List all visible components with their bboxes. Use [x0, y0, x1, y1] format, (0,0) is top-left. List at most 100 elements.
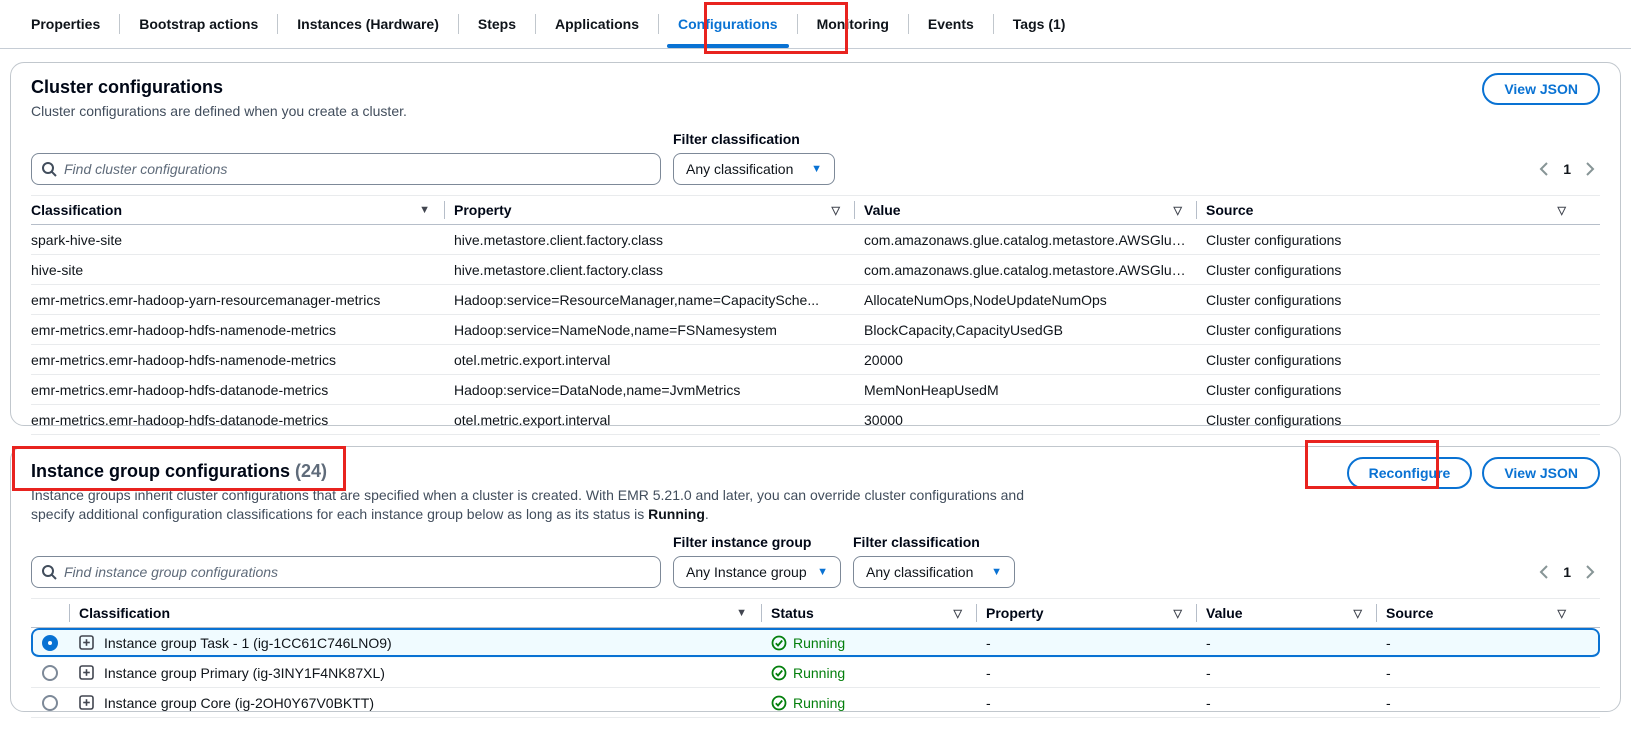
expand-row-icon[interactable]	[79, 695, 94, 710]
radio-unselected[interactable]	[42, 665, 58, 681]
cell-value: AllocateNumOps,NodeUpdateNumOps	[854, 292, 1196, 308]
column-header-source[interactable]: Source ▽	[1376, 599, 1600, 627]
sort-descending-icon[interactable]: ▼	[419, 204, 430, 216]
next-page-icon[interactable]	[1585, 161, 1596, 177]
instance-group-row[interactable]: Instance group Core (ig-2OH0Y67V0BKTT)Ru…	[31, 688, 1600, 718]
tab-instances-hardware[interactable]: Instances (Hardware)	[278, 0, 458, 48]
title-text: Instance group configurations	[31, 461, 290, 481]
instance-group-configurations-title: Instance group configurations (24)	[31, 457, 1024, 482]
tab-events[interactable]: Events	[909, 0, 993, 48]
sort-icon[interactable]: ▽	[954, 607, 962, 620]
column-header-value[interactable]: Value ▽	[854, 196, 1196, 224]
instance-group-filter-value: Any Instance group	[686, 564, 807, 580]
sort-icon[interactable]: ▽	[832, 204, 840, 217]
column-header-source[interactable]: Source ▽	[1196, 196, 1600, 224]
column-label: Source	[1206, 202, 1253, 218]
tab-configurations[interactable]: Configurations	[659, 0, 797, 48]
radio-selected[interactable]	[42, 635, 58, 651]
cell-property: hive.metastore.client.factory.class	[444, 232, 854, 248]
cluster-config-search-input[interactable]	[31, 153, 661, 185]
status-running-icon	[771, 695, 787, 711]
column-label: Property	[986, 605, 1044, 621]
sort-icon[interactable]: ▽	[1174, 607, 1182, 620]
config-row: spark-hive-sitehive.metastore.client.fac…	[31, 225, 1600, 255]
reconfigure-button[interactable]: Reconfigure	[1347, 457, 1473, 489]
instance-group-row[interactable]: Instance group Primary (ig-3INY1F4NK87XL…	[31, 658, 1600, 688]
status-running-icon	[771, 665, 787, 681]
expand-row-icon[interactable]	[79, 635, 94, 650]
column-header-property[interactable]: Property ▽	[444, 196, 854, 224]
sort-icon[interactable]: ▽	[1558, 607, 1566, 620]
tab-label: Events	[928, 16, 974, 32]
instance-group-row[interactable]: Instance group Task - 1 (ig-1CC61C746LNO…	[31, 628, 1600, 658]
config-row: emr-metrics.emr-hadoop-hdfs-namenode-met…	[31, 345, 1600, 375]
cell-source: -	[1376, 665, 1600, 681]
expand-row-icon[interactable]	[79, 665, 94, 680]
instance-group-filter-dropdown[interactable]: Any Instance group ▼	[673, 556, 841, 588]
cell-source: Cluster configurations	[1196, 382, 1600, 398]
previous-page-icon[interactable]	[1538, 564, 1549, 580]
instance-group-description: Instance groups inherit cluster configur…	[31, 486, 1024, 524]
column-header-property[interactable]: Property ▽	[976, 599, 1196, 627]
sort-icon[interactable]: ▽	[1174, 204, 1182, 217]
cell-status: Running	[761, 695, 976, 711]
tab-monitoring[interactable]: Monitoring	[798, 0, 908, 48]
tab-properties[interactable]: Properties	[12, 0, 119, 48]
column-label: Status	[771, 605, 814, 621]
search-icon	[41, 161, 57, 177]
view-json-button[interactable]: View JSON	[1482, 73, 1600, 105]
cell-source: Cluster configurations	[1196, 352, 1600, 368]
tab-steps[interactable]: Steps	[459, 0, 535, 48]
cell-source: -	[1376, 635, 1600, 651]
filter-classification-label: Filter classification	[673, 131, 835, 147]
cell-value: -	[1196, 665, 1376, 681]
tab-applications[interactable]: Applications	[536, 0, 658, 48]
next-page-icon[interactable]	[1585, 564, 1596, 580]
description-period: .	[705, 506, 709, 522]
cell-property: -	[976, 665, 1196, 681]
cluster-configurations-panel: Cluster configurations Cluster configura…	[10, 62, 1621, 426]
radio-unselected[interactable]	[42, 695, 58, 711]
classification-filter-dropdown-2[interactable]: Any classification ▼	[853, 556, 1015, 588]
search-icon	[41, 564, 57, 580]
classification-filter-dropdown[interactable]: Any classification ▼	[673, 153, 835, 185]
cell-value: BlockCapacity,CapacityUsedGB	[854, 322, 1196, 338]
cell-property: Hadoop:service=NameNode,name=FSNamesyste…	[444, 322, 854, 338]
instance-group-search-input[interactable]	[31, 556, 661, 588]
cell-value: -	[1196, 635, 1376, 651]
column-header-classification[interactable]: Classification ▼	[69, 599, 761, 627]
tab-tags-1[interactable]: Tags (1)	[994, 0, 1085, 48]
tab-bar: PropertiesBootstrap actionsInstances (Ha…	[0, 0, 1631, 49]
classification-filter-value: Any classification	[686, 161, 793, 177]
sort-icon[interactable]: ▽	[1354, 607, 1362, 620]
cell-source: Cluster configurations	[1196, 292, 1600, 308]
status-running-icon	[771, 635, 787, 651]
tab-bootstrap-actions[interactable]: Bootstrap actions	[120, 0, 277, 48]
cell-source: Cluster configurations	[1196, 232, 1600, 248]
instance-group-name: Instance group Primary (ig-3INY1F4NK87XL…	[104, 665, 385, 681]
column-label: Value	[864, 202, 901, 218]
previous-page-icon[interactable]	[1538, 161, 1549, 177]
view-json-button-2[interactable]: View JSON	[1482, 457, 1600, 489]
cell-classification: hive-site	[31, 262, 444, 278]
column-header-status[interactable]: Status ▽	[761, 599, 976, 627]
cell-status: Running	[761, 665, 976, 681]
cell-property: -	[976, 635, 1196, 651]
instance-group-search	[31, 556, 661, 588]
current-page-number[interactable]: 1	[1563, 564, 1571, 580]
sort-icon[interactable]: ▽	[1558, 204, 1566, 217]
cell-property: otel.metric.export.interval	[444, 412, 854, 428]
cell-classification: Instance group Primary (ig-3INY1F4NK87XL…	[69, 665, 761, 681]
cell-property: -	[976, 695, 1196, 711]
sort-descending-icon[interactable]: ▼	[736, 607, 747, 619]
instance-group-configurations-panel: Instance group configurations (24) Insta…	[10, 446, 1621, 712]
tab-label: Configurations	[678, 16, 778, 32]
config-row: emr-metrics.emr-hadoop-hdfs-namenode-met…	[31, 315, 1600, 345]
cell-value: MemNonHeapUsedM	[854, 382, 1196, 398]
column-header-classification[interactable]: Classification ▼	[31, 196, 444, 224]
current-page-number[interactable]: 1	[1563, 161, 1571, 177]
column-header-value[interactable]: Value ▽	[1196, 599, 1376, 627]
description-bold-running: Running	[648, 506, 705, 522]
cell-classification: emr-metrics.emr-hadoop-hdfs-namenode-met…	[31, 322, 444, 338]
column-label: Source	[1386, 605, 1433, 621]
